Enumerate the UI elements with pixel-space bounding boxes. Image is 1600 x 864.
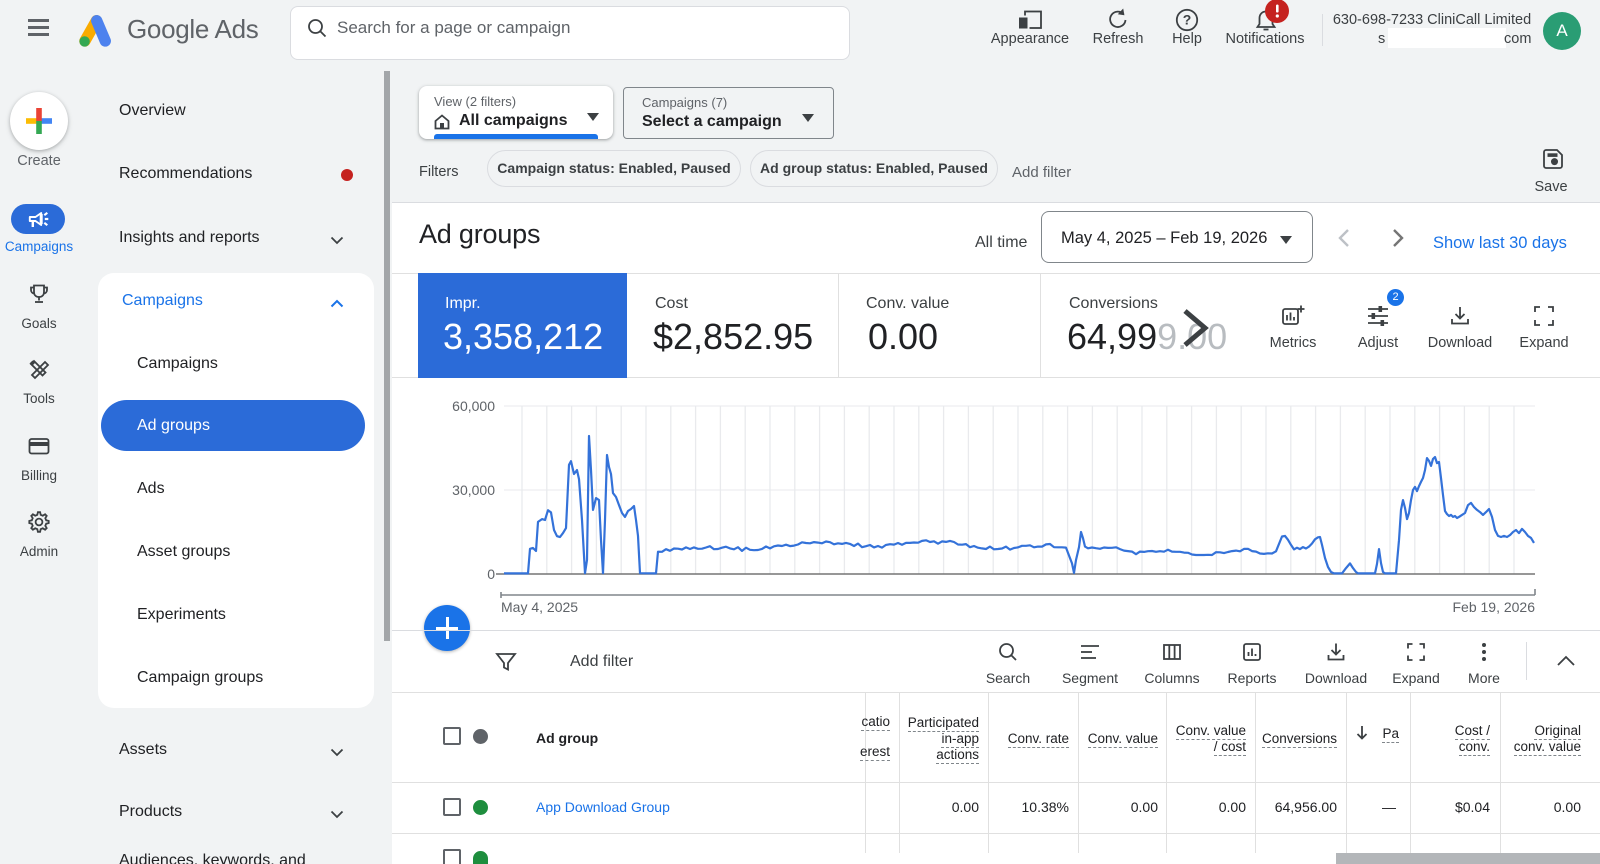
svg-text:Feb 19, 2026: Feb 19, 2026 [1452, 599, 1535, 615]
svg-text:May 4, 2025: May 4, 2025 [501, 599, 578, 615]
svg-text:0: 0 [487, 566, 495, 582]
svg-text:30,000: 30,000 [452, 482, 495, 498]
svg-text:60,000: 60,000 [452, 398, 495, 414]
svg-text:?: ? [1183, 12, 1192, 28]
